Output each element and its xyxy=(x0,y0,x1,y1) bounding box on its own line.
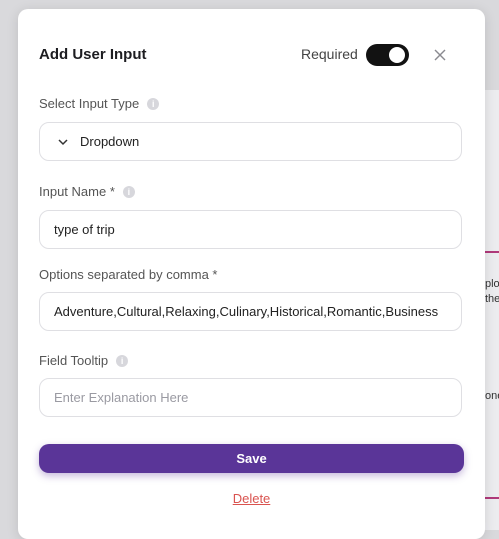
options-label: Options separated by comma * xyxy=(39,267,218,282)
add-user-input-modal: Add User Input Required Select Input Typ… xyxy=(18,9,485,539)
background-divider xyxy=(485,251,499,253)
background-divider xyxy=(485,497,499,499)
chevron-down-icon xyxy=(58,138,68,145)
close-icon[interactable] xyxy=(430,45,450,65)
background-text: the xyxy=(485,293,499,305)
input-type-select[interactable]: Dropdown xyxy=(39,122,462,161)
info-icon: i xyxy=(122,185,135,198)
options-field[interactable]: Adventure,Cultural,Relaxing,Culinary,His… xyxy=(39,292,462,331)
modal-title: Add User Input xyxy=(39,46,147,63)
info-icon: i xyxy=(116,354,129,367)
save-button[interactable]: Save xyxy=(39,444,464,473)
input-name-label: Input Name * xyxy=(39,184,115,199)
input-type-label-row: Select Input Type i xyxy=(39,96,160,111)
toggle-knob xyxy=(389,47,405,63)
tooltip-placeholder: Enter Explanation Here xyxy=(54,390,189,405)
info-icon: i xyxy=(147,97,160,110)
options-label-row: Options separated by comma * xyxy=(39,267,217,282)
background-text: one xyxy=(485,390,499,402)
input-type-value: Dropdown xyxy=(80,134,140,149)
required-toggle[interactable] xyxy=(366,44,409,66)
delete-link[interactable]: Delete xyxy=(18,491,485,506)
input-name-field[interactable]: type of trip xyxy=(39,210,462,249)
tooltip-label-row: Field Tooltip i xyxy=(39,353,129,368)
tooltip-field[interactable]: Enter Explanation Here xyxy=(39,378,462,417)
options-value: Adventure,Cultural,Relaxing,Culinary,His… xyxy=(54,304,439,319)
required-label: Required xyxy=(301,46,358,62)
background-text: plo xyxy=(485,278,499,290)
tooltip-label: Field Tooltip xyxy=(39,353,109,368)
input-name-value: type of trip xyxy=(54,222,115,237)
input-type-label: Select Input Type xyxy=(39,96,140,111)
input-name-label-row: Input Name * i xyxy=(39,184,135,199)
